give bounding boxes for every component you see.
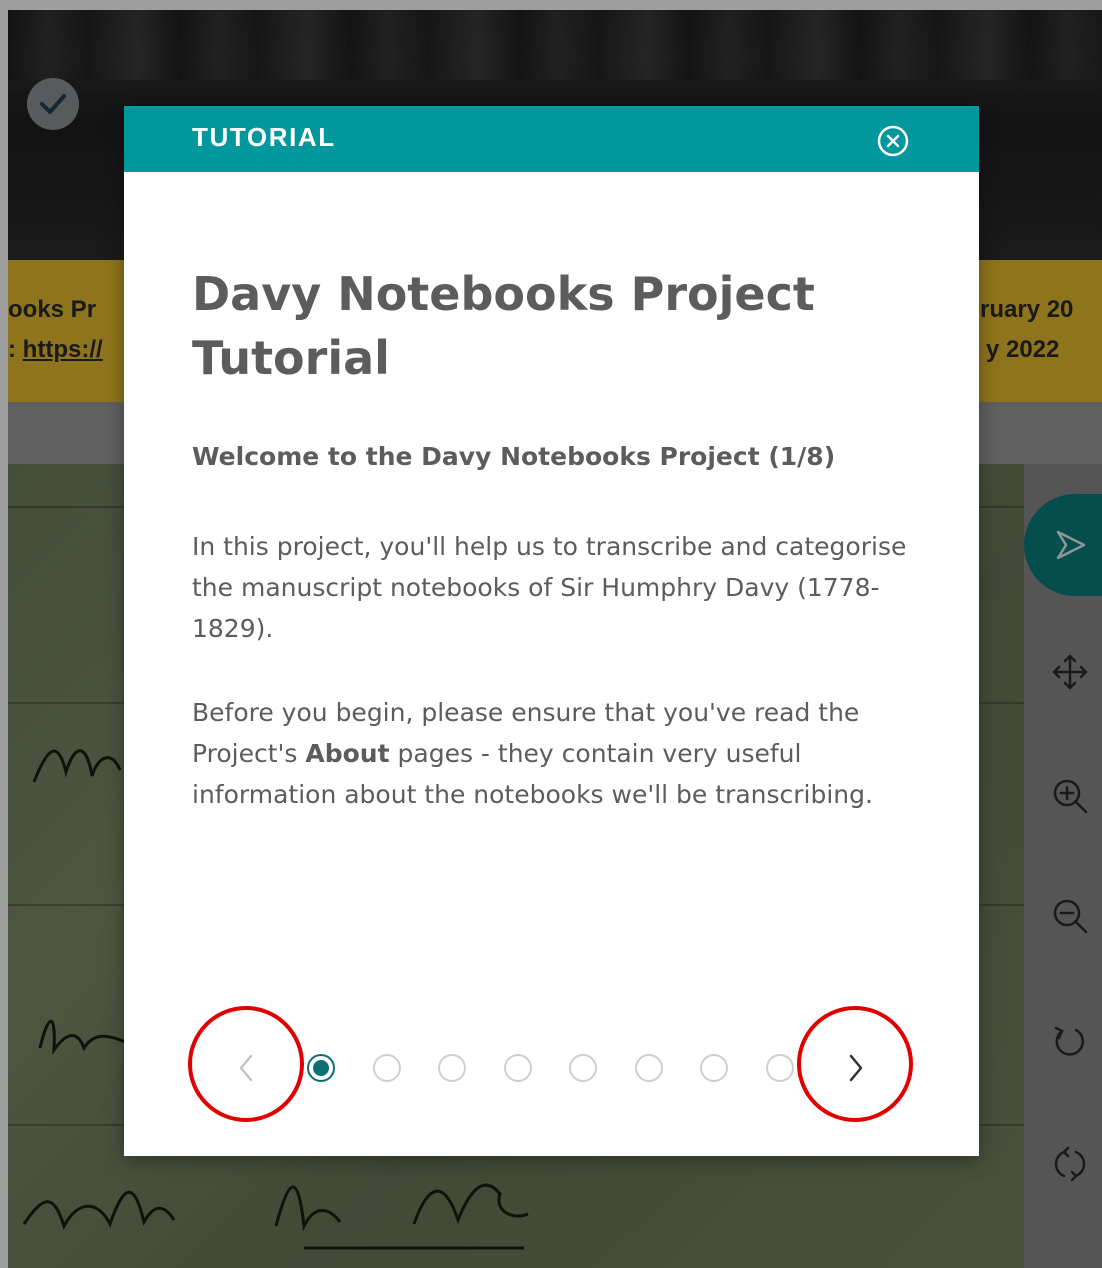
step-dot-1[interactable]	[307, 1054, 335, 1082]
close-icon	[877, 125, 909, 157]
modal-title: TUTORIAL	[192, 122, 336, 152]
step-dot-3[interactable]	[438, 1054, 466, 1082]
step-dot-8[interactable]	[765, 1054, 794, 1082]
step-subheading: Welcome to the Davy Notebooks Project (1…	[192, 442, 836, 471]
step-dot-4[interactable]	[503, 1054, 532, 1082]
tutorial-modal: TUTORIAL Davy Notebooks Project Tutorial…	[124, 106, 979, 1156]
annotation-circle-next	[797, 1006, 913, 1122]
step-dot-7[interactable]	[700, 1054, 728, 1082]
step-dot-6[interactable]	[634, 1054, 663, 1082]
about-paragraph: Before you begin, please ensure that you…	[192, 692, 922, 815]
intro-paragraph: In this project, you'll help us to trans…	[192, 532, 907, 643]
modal-header: TUTORIAL	[124, 106, 979, 172]
tutorial-heading: Davy Notebooks Project Tutorial	[192, 267, 815, 385]
step-dot-5[interactable]	[569, 1054, 597, 1082]
close-button[interactable]	[876, 124, 910, 158]
about-link-text: About	[305, 739, 390, 768]
annotation-circle-prev	[188, 1006, 304, 1122]
step-dot-2[interactable]	[372, 1054, 401, 1082]
